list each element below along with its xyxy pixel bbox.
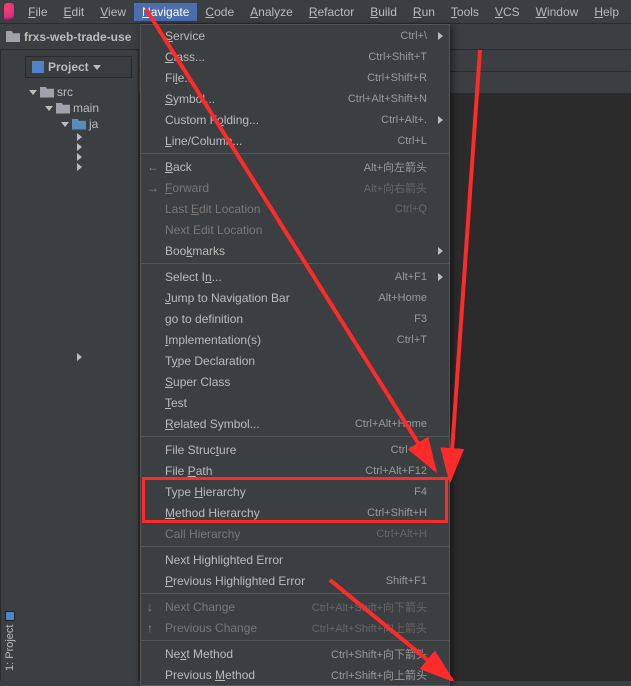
menu-item-next-highlighted-error[interactable]: Next Highlighted Error: [141, 549, 449, 570]
menu-item-custom-folding[interactable]: Custom Folding...Ctrl+Alt+.: [141, 109, 449, 130]
menu-item-previous-highlighted-error[interactable]: Previous Highlighted ErrorShift+F1: [141, 570, 449, 591]
menu-item-test[interactable]: Test: [141, 392, 449, 413]
submenu-arrow-icon: [438, 32, 443, 40]
menu-vcs[interactable]: VCS: [487, 3, 528, 21]
submenu-arrow-icon: [438, 247, 443, 255]
chevron-down-icon: [93, 65, 101, 70]
menu-item-next-edit-location: Next Edit Location: [141, 219, 449, 240]
menu-refactor[interactable]: Refactor: [301, 3, 362, 21]
navigate-menu-dropdown: ServiceCtrl+\Class...Ctrl+Shift+TFile...…: [140, 24, 450, 686]
project-name[interactable]: frxs-web-trade-use: [24, 30, 131, 44]
menu-code[interactable]: Code: [197, 3, 242, 21]
menu-item-type-hierarchy[interactable]: Type HierarchyF4: [141, 481, 449, 502]
project-header[interactable]: Project: [25, 56, 132, 78]
project-tree[interactable]: src main ja: [19, 84, 138, 362]
project-icon: [32, 61, 44, 73]
menu-item-line-column[interactable]: Line/Column...Ctrl+L: [141, 130, 449, 151]
project-header-label: Project: [48, 60, 89, 74]
up-arrow-icon: ↑: [147, 621, 153, 635]
menubar: FileEditViewNavigateCodeAnalyzeRefactorB…: [0, 0, 631, 24]
menu-item-class[interactable]: Class...Ctrl+Shift+T: [141, 46, 449, 67]
menu-tools[interactable]: Tools: [443, 3, 487, 21]
menu-help[interactable]: Help: [586, 3, 627, 21]
menu-item-related-symbol[interactable]: Related Symbol...Ctrl+Alt+Home: [141, 413, 449, 434]
submenu-arrow-icon: [438, 273, 443, 281]
app-logo: [4, 3, 14, 21]
tool-window-tab-project[interactable]: 1: Project: [0, 50, 19, 681]
project-icon: [5, 611, 15, 621]
menu-item-next-change: ↓Next ChangeCtrl+Alt+Shift+向下箭头: [141, 596, 449, 617]
tool-tab-label: 1: Project: [4, 625, 16, 671]
menu-item-method-hierarchy[interactable]: Method HierarchyCtrl+Shift+H: [141, 502, 449, 523]
menu-item-select-in[interactable]: Select In...Alt+F1: [141, 266, 449, 287]
menu-window[interactable]: Window: [528, 3, 587, 21]
forward-arrow-icon: →: [147, 181, 159, 195]
menu-item-bookmarks[interactable]: Bookmarks: [141, 240, 449, 261]
folder-icon: [6, 31, 20, 42]
menu-item-previous-method[interactable]: Previous MethodCtrl+Shift+向上箭头: [141, 664, 449, 685]
menu-item-implementation-s[interactable]: Implementation(s)Ctrl+T: [141, 329, 449, 350]
menu-navigate[interactable]: Navigate: [134, 3, 197, 21]
menu-item-call-hierarchy: Call HierarchyCtrl+Alt+H: [141, 523, 449, 544]
menu-view[interactable]: View: [92, 3, 134, 21]
down-arrow-icon: ↓: [147, 600, 153, 614]
menu-item-forward: →ForwardAlt+向右箭头: [141, 177, 449, 198]
project-panel: Project src main ja: [19, 50, 139, 681]
menu-item-back[interactable]: ←BackAlt+向左箭头: [141, 156, 449, 177]
menu-item-type-declaration[interactable]: Type Declaration: [141, 350, 449, 371]
menu-build[interactable]: Build: [362, 3, 405, 21]
menu-edit[interactable]: Edit: [56, 3, 93, 21]
submenu-arrow-icon: [438, 116, 443, 124]
back-arrow-icon: ←: [147, 160, 159, 174]
menu-item-service[interactable]: ServiceCtrl+\: [141, 25, 449, 46]
menu-item-jump-to-navigation-bar[interactable]: Jump to Navigation BarAlt+Home: [141, 287, 449, 308]
menu-item-file[interactable]: File...Ctrl+Shift+R: [141, 67, 449, 88]
menu-item-last-edit-location: Last Edit LocationCtrl+Q: [141, 198, 449, 219]
menu-item-file-structure[interactable]: File StructureCtrl+F3: [141, 439, 449, 460]
menu-analyze[interactable]: Analyze: [242, 3, 301, 21]
menu-item-go-to-definition[interactable]: go to definitionF3: [141, 308, 449, 329]
menu-file[interactable]: File: [20, 3, 55, 21]
menu-item-super-class[interactable]: Super Class: [141, 371, 449, 392]
menu-item-next-method[interactable]: Next MethodCtrl+Shift+向下箭头: [141, 643, 449, 664]
menu-item-previous-change: ↑Previous ChangeCtrl+Alt+Shift+向上箭头: [141, 617, 449, 638]
menu-item-symbol[interactable]: Symbol...Ctrl+Alt+Shift+N: [141, 88, 449, 109]
menu-item-file-path[interactable]: File PathCtrl+Alt+F12: [141, 460, 449, 481]
menu-run[interactable]: Run: [405, 3, 443, 21]
